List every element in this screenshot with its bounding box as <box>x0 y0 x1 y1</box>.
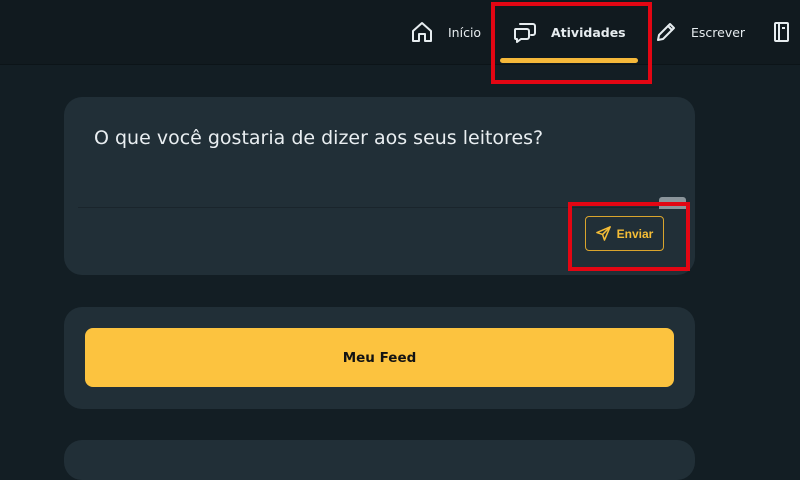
send-icon <box>595 226 611 241</box>
nav-item-escrever[interactable]: Escrever <box>655 0 745 64</box>
next-content-card <box>64 440 695 480</box>
chat-bubbles-icon <box>513 21 537 43</box>
divider <box>78 207 681 208</box>
notebook-icon <box>773 21 791 43</box>
nav-item-notebook[interactable] <box>773 0 800 64</box>
nav-item-atividades[interactable]: Atividades <box>513 0 626 64</box>
send-button-label: Enviar <box>616 226 654 241</box>
nav-item-inicio[interactable]: Início <box>410 0 481 64</box>
top-navigation-bar: Início Atividades Escrever <box>0 0 800 65</box>
composer-input[interactable]: O que você gostaria de dizer aos seus le… <box>94 127 543 149</box>
nav-item-label: Atividades <box>551 24 626 40</box>
feed-card: Meu Feed <box>64 307 695 409</box>
post-composer-card: O que você gostaria de dizer aos seus le… <box>64 97 695 275</box>
send-button[interactable]: Enviar <box>585 216 664 251</box>
pencil-icon <box>655 21 677 43</box>
nav-item-label: Início <box>448 24 482 40</box>
my-feed-button[interactable]: Meu Feed <box>85 328 674 387</box>
nav-item-label: Escrever <box>691 24 746 40</box>
home-icon <box>410 20 434 44</box>
composer-toolbar-tab[interactable] <box>659 197 686 209</box>
active-tab-indicator <box>500 58 638 63</box>
